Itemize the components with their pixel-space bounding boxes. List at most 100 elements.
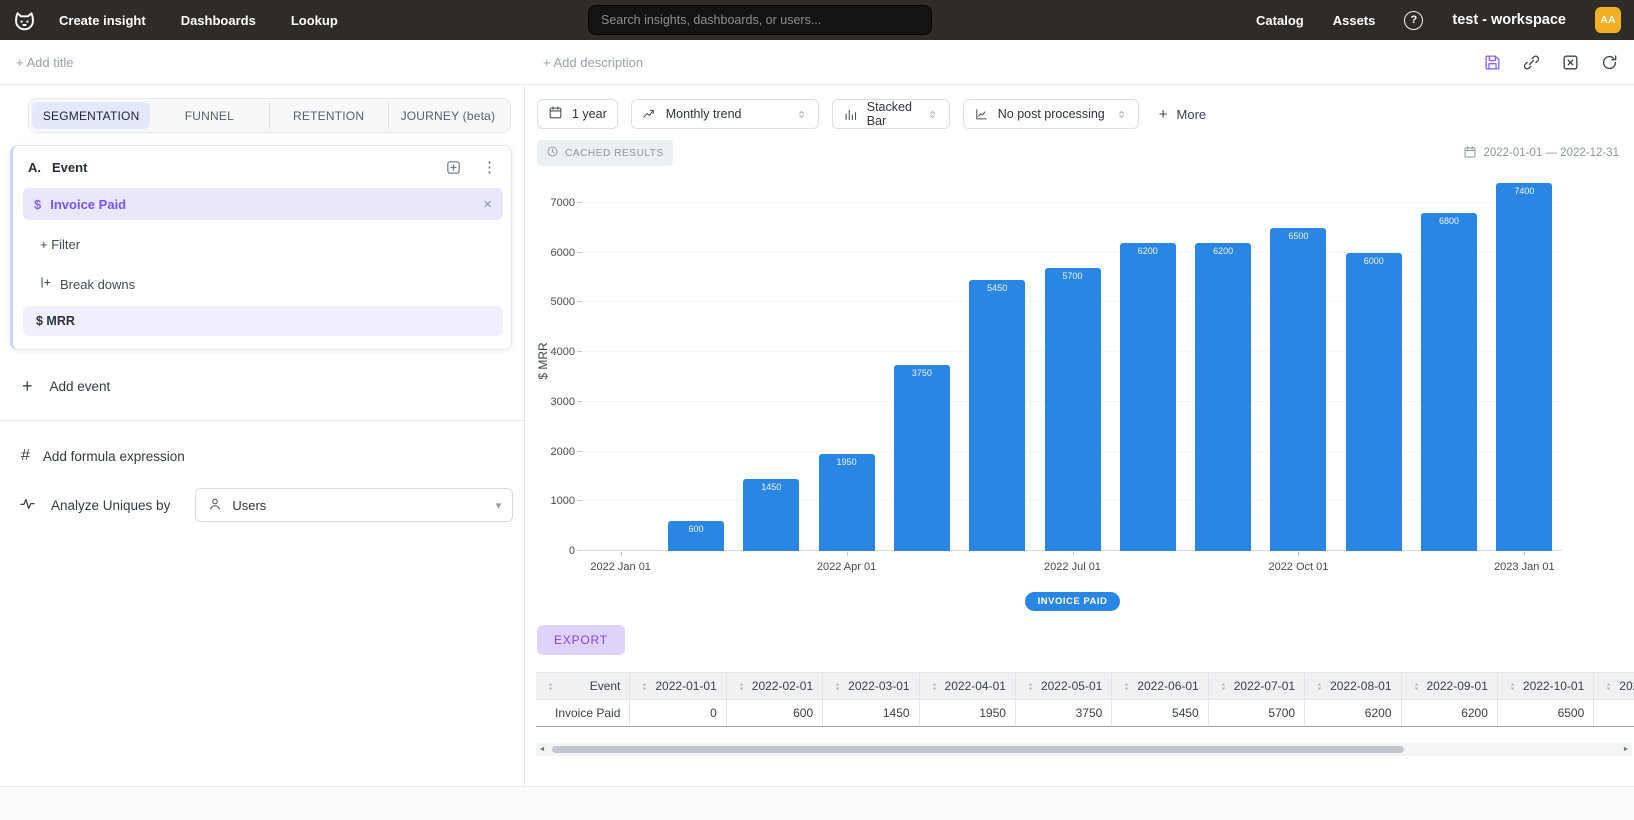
column-header-2022-11-01[interactable]: 2022-11-01 (1594, 673, 1634, 700)
tab-segmentation[interactable]: SEGMENTATION (32, 102, 150, 129)
column-header-2022-04-01[interactable]: 2022-04-01 (919, 673, 1015, 700)
breakdowns-icon (38, 275, 53, 290)
add-filter-button[interactable]: + Filter (13, 220, 511, 252)
column-header-2022-06-01[interactable]: 2022-06-01 (1112, 673, 1208, 700)
analyze-uniques-select[interactable]: Users ▾ (195, 488, 513, 522)
add-event-button[interactable]: + Add event (22, 377, 524, 395)
sort-icon[interactable] (639, 681, 650, 692)
sort-icon[interactable] (1314, 681, 1325, 692)
date-range-display[interactable]: 2022-01-01 — 2022-12-31 (1463, 145, 1619, 162)
breakdown-value-row[interactable]: $ MRR (23, 306, 503, 336)
sort-icon[interactable] (1603, 681, 1614, 692)
column-header-2022-02-01[interactable]: 2022-02-01 (726, 673, 822, 700)
remove-event-icon[interactable]: × (483, 196, 492, 213)
copy-link-button[interactable] (1522, 53, 1541, 72)
clear-button[interactable] (1561, 53, 1580, 72)
tab-retention[interactable]: RETENTION (269, 102, 388, 129)
y-tick (577, 500, 582, 501)
search-box[interactable] (588, 5, 932, 35)
save-button[interactable] (1483, 53, 1502, 72)
y-tick-label: 7000 (531, 197, 575, 209)
column-label: 2022-07-01 (1234, 679, 1295, 693)
bar-2022-07-01[interactable]: 5700 (1045, 268, 1101, 551)
sort-icon[interactable] (1507, 681, 1518, 692)
add-description-button[interactable]: + Add description (543, 55, 643, 70)
column-header-event[interactable]: Event (536, 673, 630, 700)
bar-2022-05-01[interactable]: 3750 (894, 365, 950, 551)
bar-2022-12-01[interactable]: 6800 (1421, 213, 1477, 551)
nav-item-catalog[interactable]: Catalog (1256, 13, 1304, 28)
sort-icon[interactable] (1218, 681, 1229, 692)
sort-icon[interactable] (832, 681, 843, 692)
column-header-2022-09-01[interactable]: 2022-09-01 (1401, 673, 1497, 700)
bar-2022-02-01[interactable]: 600 (668, 521, 724, 551)
sort-icon[interactable] (736, 681, 747, 692)
sort-icon[interactable] (545, 681, 556, 692)
sort-icon[interactable] (1411, 681, 1422, 692)
scrollbar-thumb[interactable] (552, 746, 1404, 753)
select-chevrons-icon (1115, 108, 1128, 121)
waveform-icon (19, 495, 37, 516)
bar-2022-09-01[interactable]: 6200 (1195, 243, 1251, 551)
column-header-2022-07-01[interactable]: 2022-07-01 (1208, 673, 1304, 700)
column-label: 2022-10-01 (1523, 679, 1584, 693)
scroll-right-icon[interactable]: ► (1620, 746, 1632, 753)
bar-2023-01-01[interactable]: 7400 (1496, 183, 1552, 551)
avatar[interactable]: AA (1595, 7, 1621, 33)
tab-journey-beta[interactable]: JOURNEY (beta) (388, 102, 507, 129)
title-actions (1483, 53, 1619, 72)
toolbar-selects: Monthly trend Stacked Bar No post processi… (631, 99, 1139, 129)
breakdowns-button[interactable]: Break downs (13, 252, 511, 293)
more-button[interactable]: + More (1159, 107, 1206, 122)
cat-logo-icon[interactable] (11, 7, 38, 34)
bar-2022-03-01[interactable]: 1450 (743, 479, 799, 551)
link-icon (1522, 53, 1541, 72)
bar-2022-06-01[interactable]: 5450 (969, 280, 1025, 551)
card-menu-icon[interactable]: ⋮ (482, 160, 497, 175)
column-header-2022-10-01[interactable]: 2022-10-01 (1497, 673, 1593, 700)
sort-icon[interactable] (1121, 681, 1132, 692)
analyze-uniques-value: Users (232, 498, 266, 513)
scroll-left-icon[interactable]: ◄ (536, 746, 548, 753)
sort-icon (929, 681, 940, 692)
nav-item-lookup[interactable]: Lookup (291, 13, 338, 28)
nav-item-assets[interactable]: Assets (1333, 13, 1376, 28)
search-input[interactable] (601, 13, 919, 27)
column-header-2022-01-01[interactable]: 2022-01-01 (630, 673, 726, 700)
add-formula-button[interactable]: # Add formula expression (21, 448, 524, 464)
bar-2022-10-01[interactable]: 6500 (1270, 228, 1326, 551)
sort-icon (1411, 681, 1422, 692)
nav-item-create-insight[interactable]: Create insight (59, 13, 146, 28)
bar-2022-04-01[interactable]: 1950 (819, 454, 875, 551)
chart-type-select[interactable]: Stacked Bar (832, 99, 950, 129)
tab-funnel[interactable]: FUNNEL (150, 102, 268, 129)
sort-icon[interactable] (1025, 681, 1036, 692)
column-header-2022-03-01[interactable]: 2022-03-01 (823, 673, 919, 700)
column-label: 2022-11-01 (1619, 679, 1634, 693)
post-processing-select[interactable]: No post processing (963, 99, 1139, 129)
export-button[interactable]: EXPORT (537, 625, 625, 655)
y-tick (577, 252, 582, 253)
date-range-button[interactable]: 1 year (537, 99, 618, 129)
refresh-button[interactable] (1600, 53, 1619, 72)
horizontal-scrollbar[interactable]: ◄ ► (536, 743, 1632, 756)
help-icon[interactable]: ? (1404, 11, 1423, 30)
y-tick (577, 301, 582, 302)
sort-icon[interactable] (929, 681, 940, 692)
legend-item-invoice-paid[interactable]: INVOICE PAID (1025, 592, 1121, 611)
value-cell-2022-09-01: 6200 (1401, 700, 1497, 727)
add-to-card-button[interactable] (445, 159, 462, 176)
add-title-button[interactable]: + Add title (16, 55, 73, 70)
event-card-header: A. Event ⋮ (13, 146, 511, 187)
nav-item-dashboards[interactable]: Dashboards (181, 13, 256, 28)
bar-value-label: 5450 (969, 283, 1025, 293)
add-formula-label: Add formula expression (43, 449, 185, 464)
workspace-name[interactable]: test - workspace (1452, 12, 1566, 28)
selected-event-row[interactable]: $ Invoice Paid × (23, 188, 503, 220)
trend-select[interactable]: Monthly trend (631, 99, 819, 129)
y-tick (577, 401, 582, 402)
bar-2022-11-01[interactable]: 6000 (1346, 253, 1402, 551)
column-header-2022-08-01[interactable]: 2022-08-01 (1305, 673, 1401, 700)
bar-2022-08-01[interactable]: 6200 (1120, 243, 1176, 551)
column-header-2022-05-01[interactable]: 2022-05-01 (1015, 673, 1111, 700)
